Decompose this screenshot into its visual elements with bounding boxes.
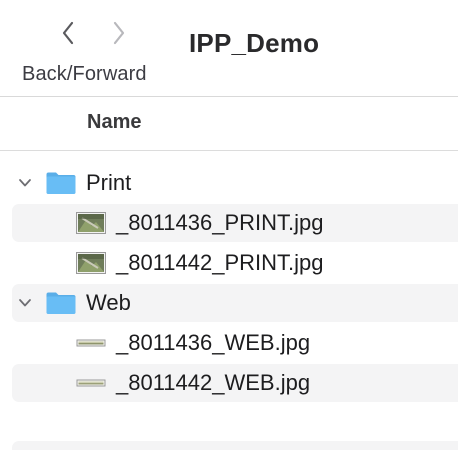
file-row[interactable]: _8011436_PRINT.jpg <box>0 203 458 243</box>
window-title: IPP_Demo <box>189 28 320 58</box>
file-row[interactable]: _8011436_WEB.jpg <box>0 323 458 363</box>
file-name: _8011436_PRINT.jpg <box>116 210 324 235</box>
file-list: Print _8011436_PRINT.jpg _8011442_PRINT. <box>0 163 458 403</box>
folder-name: Print <box>86 170 132 195</box>
folder-icon <box>45 291 77 315</box>
file-name: _8011442_WEB.jpg <box>116 370 311 395</box>
photo-thumbnail-icon <box>76 212 106 234</box>
toolbar: Back/Forward IPP_Demo <box>0 0 458 96</box>
back-button[interactable] <box>54 18 82 48</box>
disclosure-expanded-icon[interactable] <box>17 295 33 311</box>
header-divider <box>0 150 458 151</box>
name-column-header[interactable]: Name <box>87 111 141 134</box>
chevron-left-icon <box>60 20 76 46</box>
back-forward-caption: Back/Forward <box>22 63 147 85</box>
panorama-thumbnail-icon <box>76 332 106 354</box>
disclosure-expanded-icon[interactable] <box>17 175 33 191</box>
file-name: _8011442_PRINT.jpg <box>116 250 324 275</box>
forward-button[interactable] <box>105 18 133 48</box>
folder-row-print[interactable]: Print <box>0 163 458 203</box>
folder-name: Web <box>86 290 131 315</box>
column-header: Name <box>0 97 458 150</box>
panorama-thumbnail-icon <box>76 372 106 394</box>
file-row[interactable]: _8011442_PRINT.jpg <box>0 243 458 283</box>
folder-row-web[interactable]: Web <box>0 283 458 323</box>
photo-thumbnail-icon <box>76 252 106 274</box>
chevron-right-icon <box>111 20 127 46</box>
folder-icon <box>45 171 77 195</box>
file-name: _8011436_WEB.jpg <box>116 330 311 355</box>
file-row[interactable]: _8011442_WEB.jpg <box>0 363 458 403</box>
empty-row-stripe <box>12 441 458 450</box>
